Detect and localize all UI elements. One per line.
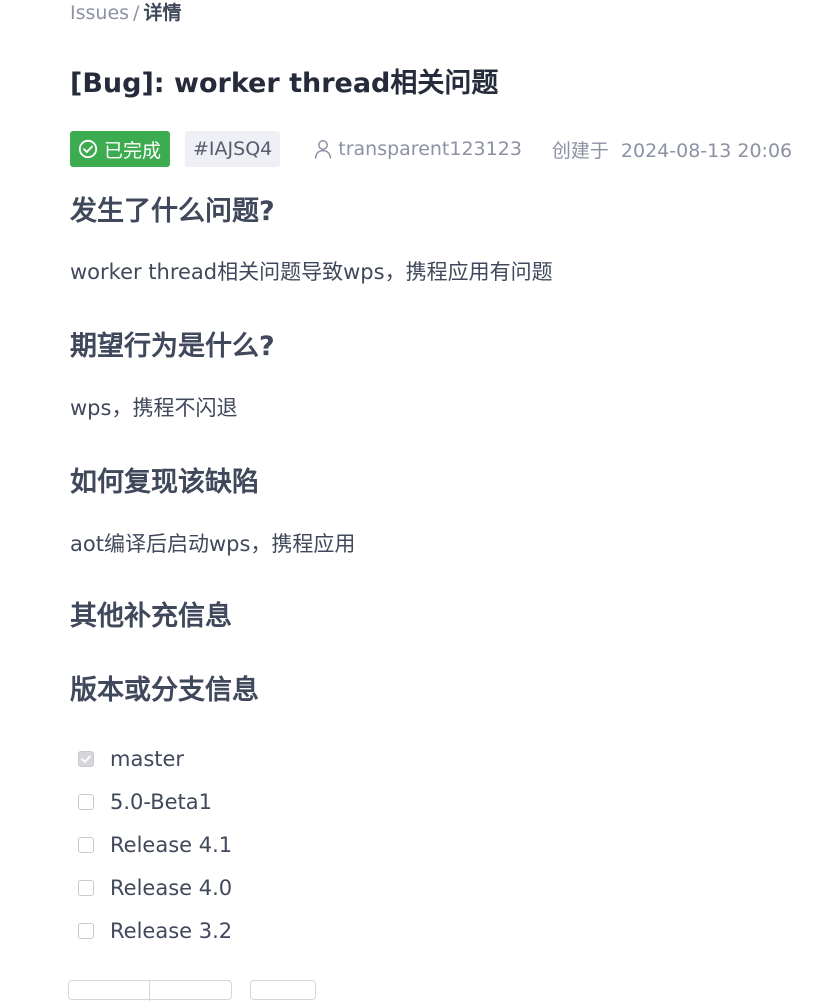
created-timestamp: 2024-08-13 20:06 bbox=[620, 139, 793, 162]
branch-label: 5.0-Beta1 bbox=[110, 789, 213, 814]
more-button[interactable] bbox=[250, 980, 316, 1000]
branch-label: master bbox=[110, 746, 185, 771]
issue-id-badge[interactable]: #IAJSQ4 bbox=[185, 131, 281, 167]
issue-meta: 已完成 #IAJSQ4 transparent123123 创建于 2024-08… bbox=[70, 131, 792, 167]
author[interactable]: transparent123123 bbox=[314, 138, 522, 160]
created-label: 创建于 bbox=[551, 139, 609, 162]
check-circle-icon bbox=[78, 139, 98, 159]
reaction-button-group[interactable] bbox=[68, 980, 232, 1001]
breadcrumb: Issues / 详情 bbox=[70, 0, 181, 28]
breadcrumb-separator: / bbox=[133, 2, 140, 24]
checkbox[interactable] bbox=[78, 922, 94, 939]
section-body-expected: wps，携程不闪退 bbox=[70, 396, 238, 420]
status-badge: 已完成 bbox=[70, 131, 171, 167]
list-item: Release 4.1 bbox=[78, 823, 232, 866]
list-item: Release 3.2 bbox=[78, 909, 232, 952]
list-item: 5.0-Beta1 bbox=[78, 780, 232, 823]
user-icon bbox=[315, 140, 332, 159]
section-heading-expected: 期望行为是什么? bbox=[70, 331, 275, 362]
section-heading-additional: 其他补充信息 bbox=[70, 601, 232, 632]
section-heading-reproduce: 如何复现该缺陷 bbox=[70, 467, 259, 498]
branch-label: Release 3.2 bbox=[110, 918, 233, 943]
section-body-reproduce: aot编译后启动wps，携程应用 bbox=[70, 532, 356, 556]
list-item: master bbox=[78, 737, 232, 780]
breadcrumb-current: 详情 bbox=[143, 2, 182, 24]
section-heading-version: 版本或分支信息 bbox=[70, 675, 259, 706]
breadcrumb-issues-link[interactable]: Issues bbox=[70, 2, 129, 24]
checkmark-icon bbox=[81, 755, 91, 763]
checkbox-checked[interactable] bbox=[78, 750, 94, 767]
branch-checklist: master 5.0-Beta1 Release 4.1 Release 4.0… bbox=[78, 737, 232, 952]
checkbox[interactable] bbox=[78, 879, 94, 896]
section-heading-problem: 发生了什么问题? bbox=[70, 196, 275, 227]
author-name: transparent123123 bbox=[338, 138, 522, 160]
list-item: Release 4.0 bbox=[78, 866, 232, 909]
issue-title: [Bug]: worker thread相关问题 bbox=[70, 68, 499, 99]
branch-label: Release 4.1 bbox=[110, 832, 233, 857]
branch-label: Release 4.0 bbox=[110, 875, 233, 900]
section-body-problem: worker thread相关问题导致wps，携程应用有问题 bbox=[70, 260, 553, 284]
button-divider bbox=[149, 981, 150, 1001]
status-label: 已完成 bbox=[104, 139, 162, 162]
created-info: 创建于 2024-08-13 20:06 bbox=[552, 136, 792, 163]
checkbox[interactable] bbox=[78, 793, 94, 810]
checkbox[interactable] bbox=[78, 836, 94, 853]
